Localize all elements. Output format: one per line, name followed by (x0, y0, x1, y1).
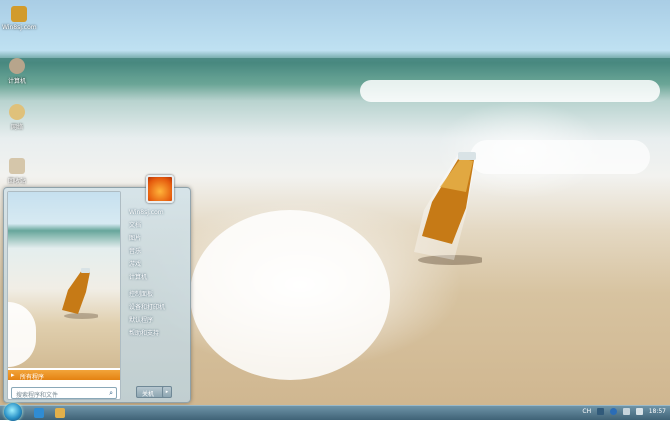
link-documents[interactable]: 文档 (126, 219, 188, 232)
system-tray: CH 18:57 (578, 408, 666, 418)
help-icon[interactable] (609, 408, 617, 415)
language-indicator[interactable]: CH (582, 408, 591, 415)
link-win8sj[interactable]: Win8sj.com (126, 206, 188, 219)
link-computer[interactable]: 计算机 (126, 271, 188, 284)
wallpaper-foam-right (470, 140, 650, 174)
recycle-bin-icon (9, 158, 25, 174)
clock[interactable]: 18:57 (649, 408, 666, 415)
search-icon[interactable]: ⌕ (109, 389, 113, 398)
desktop-icon-win8sj[interactable]: Win8sj.com (2, 6, 37, 31)
link-help-support[interactable]: 帮助和支持 (126, 327, 188, 340)
start-menu-right-links: Win8sj.com 文档 图片 音乐 游戏 计算机 控制面板 设备和打印机 默… (126, 206, 188, 340)
desktop-icon-label: 回收站 (7, 178, 26, 185)
link-devices-printers[interactable]: 设备和打印机 (126, 301, 188, 314)
start-search-input[interactable]: 搜索程序和文件 ⌕ (11, 387, 117, 399)
desktop-icon-network[interactable]: 网络 (0, 104, 34, 131)
bottle-image (414, 152, 482, 265)
arrow-right-icon: ▸ (11, 371, 15, 379)
shutdown-label: 关机 (142, 391, 155, 398)
link-control-panel[interactable]: 控制面板 (126, 288, 188, 301)
link-default-programs[interactable]: 默认程序 (126, 314, 188, 327)
start-menu: ▸ 所有程序 搜索程序和文件 ⌕ Win8sj.com 文档 图片 音乐 游戏 … (3, 175, 191, 403)
network-icon (9, 104, 25, 120)
desktop-icon-label: 计算机 (7, 78, 26, 85)
search-placeholder: 搜索程序和文件 (16, 392, 59, 399)
start-menu-left-pane: ▸ 所有程序 搜索程序和文件 ⌕ (7, 191, 121, 400)
volume-icon[interactable] (635, 408, 643, 415)
desktop-icon-label: Win8sj.com (2, 24, 37, 31)
desktop-app-icon (11, 6, 27, 22)
tray-app-icon[interactable] (597, 408, 605, 415)
wallpaper-sea (0, 58, 670, 76)
computer-icon (9, 58, 25, 74)
user-picture[interactable] (146, 175, 174, 203)
start-button[interactable] (4, 403, 22, 421)
all-programs-button[interactable]: ▸ 所有程序 (8, 370, 120, 381)
taskbar: CH 18:57 (0, 403, 670, 421)
preview-foam (8, 302, 36, 367)
link-music[interactable]: 音乐 (126, 245, 188, 258)
network-tray-icon[interactable] (622, 408, 630, 415)
ie-icon[interactable] (34, 408, 44, 418)
all-programs-label: 所有程序 (20, 374, 45, 381)
explorer-icon[interactable] (55, 408, 65, 418)
wallpaper-foam-large (190, 210, 390, 380)
desktop-icon-recycle-bin[interactable]: 回收站 (0, 158, 34, 185)
desktop-icon-computer[interactable]: 计算机 (0, 58, 34, 85)
link-pictures[interactable]: 图片 (126, 232, 188, 245)
desktop-icon-label: 网络 (10, 124, 23, 131)
shutdown-options-button[interactable]: ▸ (162, 386, 172, 398)
start-menu-preview (8, 192, 120, 368)
wallpaper-foam-upper (360, 80, 660, 102)
preview-bottle-image (62, 268, 98, 319)
link-games[interactable]: 游戏 (126, 258, 188, 271)
